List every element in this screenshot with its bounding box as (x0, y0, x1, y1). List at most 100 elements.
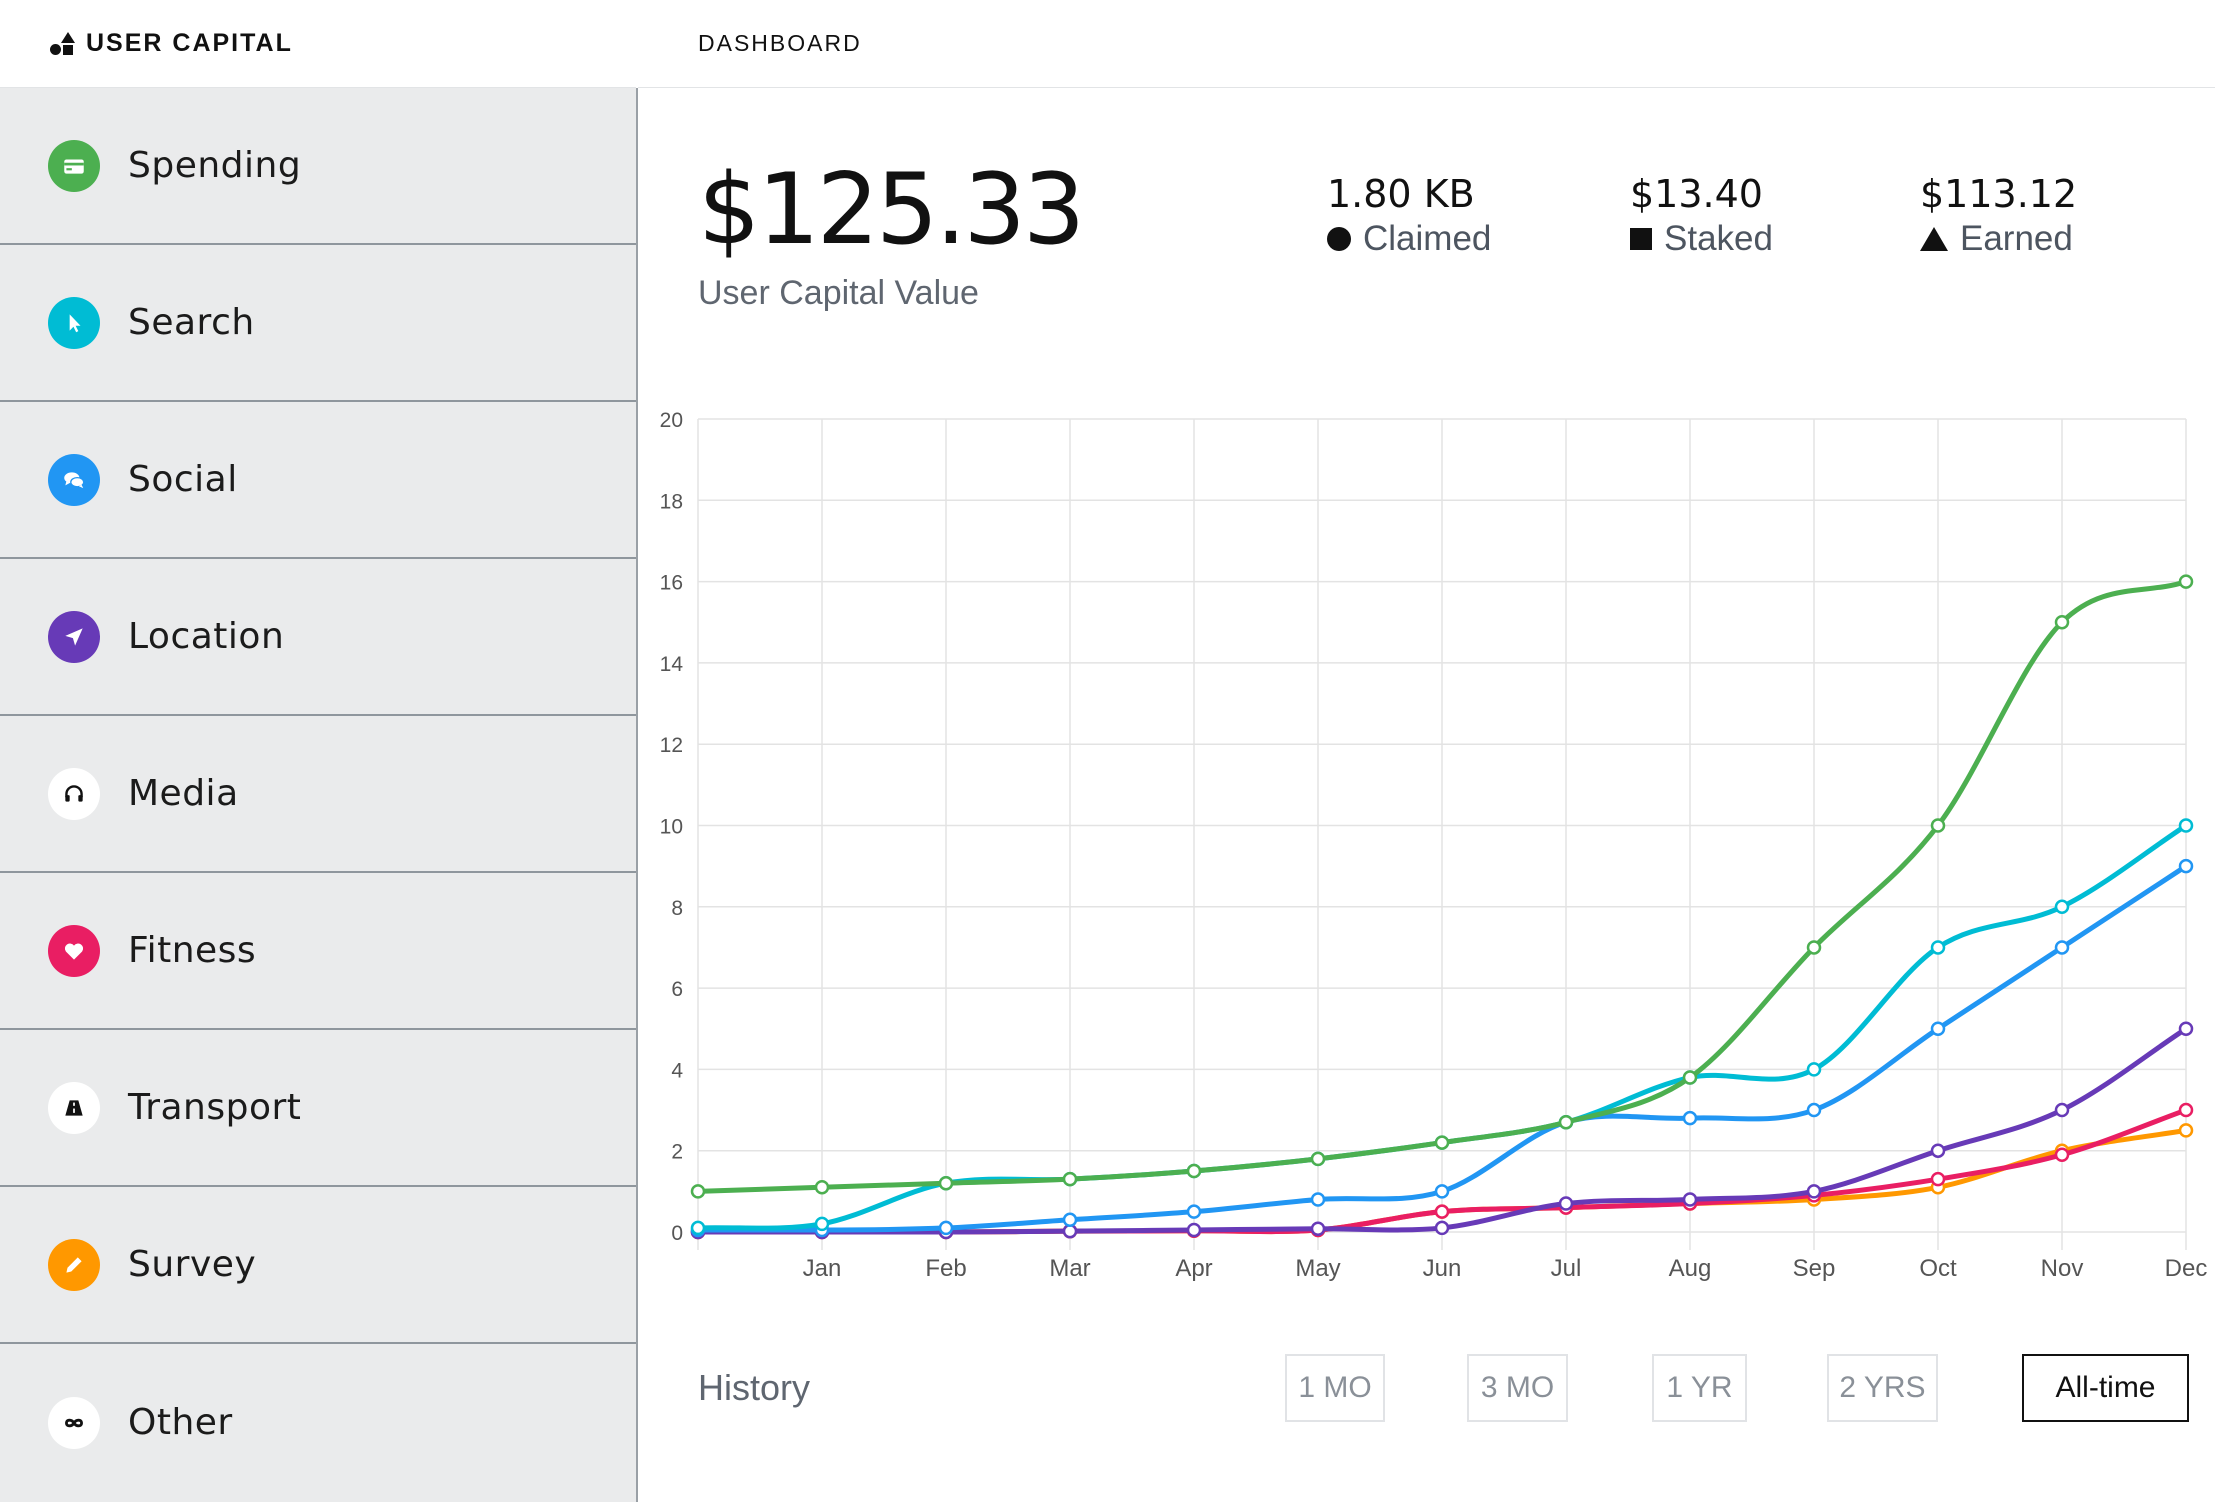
data-point (1186, 1204, 1202, 1219)
data-point (1062, 1212, 1078, 1228)
data-point (2054, 940, 2070, 955)
x-tick-label: Apr (1175, 1255, 1212, 1282)
sidebar-item-label: Location (128, 616, 285, 657)
x-tick-label: Dec (2165, 1255, 2208, 1282)
sidebar-item-label: Social (128, 459, 238, 500)
app-window: USER CAPITAL Spending Search Social Loca… (0, 0, 2215, 1502)
data-point (1062, 1171, 1078, 1187)
sidebar-item-spending[interactable]: Spending (0, 88, 636, 245)
data-point (1930, 1021, 1946, 1036)
data-point (1682, 1192, 1698, 1207)
data-point (1434, 1184, 1450, 1199)
data-point (1930, 818, 1946, 833)
data-point (690, 1220, 706, 1236)
y-tick-label: 0 (671, 1222, 683, 1245)
data-point (1806, 1184, 1822, 1199)
headphones-icon (48, 767, 100, 820)
data-point (1434, 1135, 1450, 1150)
y-tick-label: 10 (660, 816, 683, 839)
data-point (814, 1216, 830, 1232)
heart-icon (48, 924, 100, 977)
sidebar-item-search[interactable]: Search (0, 245, 636, 402)
data-point (1806, 1102, 1822, 1118)
y-tick-label: 16 (660, 572, 683, 595)
data-point (1558, 1196, 1574, 1211)
sidebar-item-label: Other (128, 1402, 233, 1443)
sidebar-item-label: Media (128, 773, 239, 814)
pencil-icon (48, 1238, 100, 1291)
data-point (1806, 1062, 1822, 1077)
chat-bubbles-icon (48, 453, 100, 506)
data-point (1930, 940, 1946, 955)
range-button-3mo[interactable]: 3 MO (1467, 1354, 1568, 1422)
y-tick-label: 20 (660, 409, 683, 432)
data-point (2178, 1021, 2194, 1036)
data-point (1310, 1151, 1326, 1167)
top-bar: DASHBOARD (638, 0, 2215, 88)
sidebar-item-label: Fitness (128, 930, 257, 971)
y-tick-label: 14 (660, 653, 684, 676)
data-point (1930, 1143, 1946, 1158)
history-label: History (698, 1367, 811, 1408)
data-point (1806, 940, 1822, 955)
page-title: DASHBOARD (698, 30, 862, 56)
dashboard-main: $125.33 User Capital Value 1.80 KB Claim… (638, 89, 2215, 1502)
data-point (938, 1220, 954, 1236)
sidebar-item-transport[interactable]: Transport (0, 1030, 636, 1187)
y-tick-label: 2 (671, 1141, 683, 1164)
sidebar-item-label: Search (128, 302, 255, 343)
data-point (1310, 1192, 1326, 1207)
data-point (1186, 1222, 1202, 1238)
sidebar-item-media[interactable]: Media (0, 716, 636, 873)
x-tick-label: Aug (1669, 1255, 1712, 1282)
data-point (1434, 1220, 1450, 1236)
brand-name: USER CAPITAL (86, 29, 293, 57)
navigation-arrow-icon (48, 610, 100, 663)
data-point (1682, 1070, 1698, 1085)
infinity-icon (48, 1396, 100, 1449)
sidebar-item-label: Survey (128, 1244, 257, 1285)
credit-card-icon (48, 139, 100, 192)
x-tick-label: Mar (1049, 1255, 1090, 1282)
data-point (690, 1184, 706, 1199)
sidebar: Spending Search Social Location Media Fi… (0, 88, 636, 1502)
sidebar-item-survey[interactable]: Survey (0, 1187, 636, 1344)
range-button-1mo[interactable]: 1 MO (1285, 1354, 1385, 1422)
brand-logo-icon (50, 31, 76, 56)
sidebar-item-location[interactable]: Location (0, 559, 636, 716)
data-point (2178, 858, 2194, 874)
range-button-1yr[interactable]: 1 YR (1652, 1354, 1747, 1422)
data-point (1434, 1204, 1450, 1219)
data-point (938, 1175, 954, 1191)
data-point (2054, 899, 2070, 915)
data-point (2178, 1123, 2194, 1138)
x-tick-label: Sep (1793, 1255, 1836, 1282)
data-point (2178, 818, 2194, 833)
history-line-chart: 0 2 4 6 8 10 12 14 16 18 20 Jan Feb Mar Apr May Jun Jul Au… (660, 409, 2208, 1282)
data-point (2178, 574, 2194, 589)
range-button-2yrs[interactable]: 2 YRS (1827, 1354, 1938, 1422)
cursor-icon (48, 296, 100, 349)
y-tick-label: 4 (671, 1059, 683, 1082)
y-tick-label: 8 (671, 897, 683, 920)
sidebar-item-label: Transport (128, 1087, 302, 1128)
sidebar-item-fitness[interactable]: Fitness (0, 873, 636, 1030)
sidebar-item-other[interactable]: Other (0, 1344, 636, 1501)
range-button-all-time[interactable]: All-time (2022, 1354, 2189, 1422)
data-point (2054, 1147, 2070, 1163)
brand-header[interactable]: USER CAPITAL (0, 0, 636, 88)
data-point (1310, 1221, 1326, 1236)
data-point (1558, 1114, 1574, 1130)
x-tick-label: Oct (1919, 1255, 1957, 1282)
x-tick-label: Jul (1551, 1255, 1582, 1282)
sidebar-item-social[interactable]: Social (0, 402, 636, 559)
data-point (1682, 1110, 1698, 1126)
data-point (2054, 1102, 2070, 1118)
data-point (1930, 1171, 1946, 1187)
x-tick-label: Jan (803, 1255, 842, 1282)
y-tick-label: 6 (671, 978, 683, 1001)
x-tick-label: Nov (2041, 1255, 2084, 1282)
road-icon (48, 1081, 100, 1134)
x-tick-label: May (1295, 1255, 1340, 1282)
y-tick-label: 12 (660, 734, 683, 757)
